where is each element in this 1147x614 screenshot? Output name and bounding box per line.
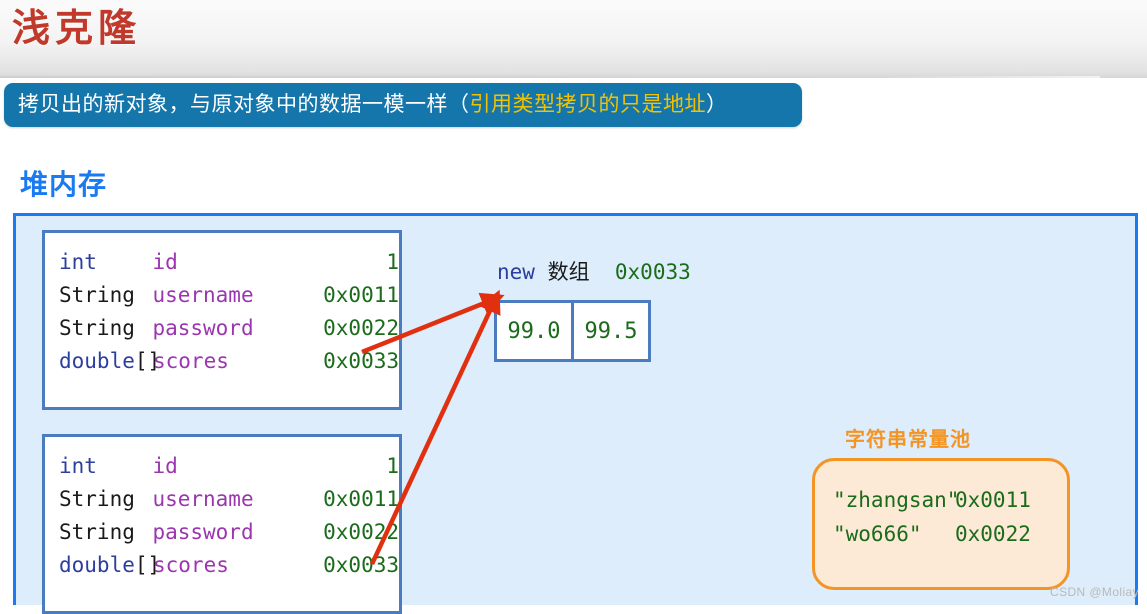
field-type: double[] xyxy=(45,348,160,373)
field-value: 0x0033 xyxy=(323,348,399,373)
field-name: password xyxy=(152,519,254,544)
field-type-keyword: String xyxy=(59,486,135,511)
field-name: id xyxy=(152,249,178,274)
field-name: username xyxy=(152,486,254,511)
banner-text-before: 拷贝出的新对象，与原对象中的数据一模一样（ xyxy=(18,93,470,116)
pool-row: "wo666" 0x0022 xyxy=(815,517,1067,551)
object-field-row: double[] scores 0x0033 xyxy=(45,548,399,581)
object-field-row: String username 0x0011 xyxy=(45,278,399,311)
field-type-keyword: double xyxy=(59,348,135,373)
field-type-keyword: int xyxy=(59,453,97,478)
header-band: 浅克隆 xyxy=(0,0,1147,78)
array-label-space2 xyxy=(590,260,615,284)
field-value: 0x0022 xyxy=(323,315,399,340)
banner-highlight: 引用类型拷贝的只是地址 xyxy=(469,93,706,116)
field-type-keyword: String xyxy=(59,519,135,544)
field-type: String xyxy=(45,487,152,511)
pool-literal: "wo666" xyxy=(833,522,922,546)
field-type-keyword: int xyxy=(59,249,97,274)
banner-text-after: ） xyxy=(706,93,728,116)
field-name: username xyxy=(152,282,254,307)
subtitle-banner-text: 拷贝出的新对象，与原对象中的数据一模一样（引用类型拷贝的只是地址） xyxy=(18,83,728,127)
object-field-row: String password 0x0022 xyxy=(45,311,399,344)
heap-memory-label: 堆内存 xyxy=(20,169,108,200)
array-new-keyword: new xyxy=(497,260,535,284)
cloned-object-box: int id 1 String username 0x0011 String p… xyxy=(42,434,402,614)
object-field-row: int id 1 xyxy=(45,449,399,482)
field-value: 1 xyxy=(386,249,399,274)
object-field-row: String username 0x0011 xyxy=(45,482,399,515)
field-type: int xyxy=(45,454,152,478)
object-field-row: double[] scores 0x0033 xyxy=(45,344,399,377)
array-label-text: 数组 xyxy=(547,260,590,284)
field-type-keyword: double xyxy=(59,552,135,577)
page-title: 浅克隆 xyxy=(12,8,142,50)
field-name: scores xyxy=(153,552,229,577)
field-value: 0x0022 xyxy=(323,519,399,544)
field-type: String xyxy=(45,316,152,340)
watermark: CSDN @Moliay xyxy=(1050,585,1139,599)
array-label-space xyxy=(535,260,548,284)
field-type: String xyxy=(45,520,152,544)
field-value: 1 xyxy=(386,453,399,478)
field-type: int xyxy=(45,250,152,274)
field-type: double[] xyxy=(45,552,160,577)
pool-address: 0x0022 xyxy=(955,522,1031,546)
field-type-keyword: String xyxy=(59,282,135,307)
pool-row: "zhangsan" 0x0011 xyxy=(815,483,1067,517)
field-name: password xyxy=(152,315,254,340)
object-field-row: String password 0x0022 xyxy=(45,515,399,548)
pool-literal: "zhangsan" xyxy=(833,488,960,512)
field-type-keyword: String xyxy=(59,315,135,340)
subtitle-banner: 拷贝出的新对象，与原对象中的数据一模一样（引用类型拷贝的只是地址） xyxy=(4,83,802,127)
array-cell: 99.5 xyxy=(571,303,648,359)
object-field-row: int id 1 xyxy=(45,245,399,278)
original-object-box: int id 1 String username 0x0011 String p… xyxy=(42,230,402,410)
field-value: 0x0033 xyxy=(323,552,399,577)
array-cell: 99.0 xyxy=(507,318,561,344)
field-value: 0x0011 xyxy=(323,486,399,511)
string-constant-pool-label: 字符串常量池 xyxy=(845,429,971,451)
pool-address: 0x0011 xyxy=(955,488,1031,512)
string-constant-pool-box: "zhangsan" 0x0011 "wo666" 0x0022 xyxy=(812,458,1070,590)
array-box: 99.0 99.5 xyxy=(494,300,651,362)
array-address: 0x0033 xyxy=(614,260,691,284)
field-name: id xyxy=(152,453,178,478)
array-label: new 数组 0x0033 xyxy=(497,259,691,285)
field-name: scores xyxy=(153,348,229,373)
field-type: String xyxy=(45,283,152,307)
field-value: 0x0011 xyxy=(323,282,399,307)
